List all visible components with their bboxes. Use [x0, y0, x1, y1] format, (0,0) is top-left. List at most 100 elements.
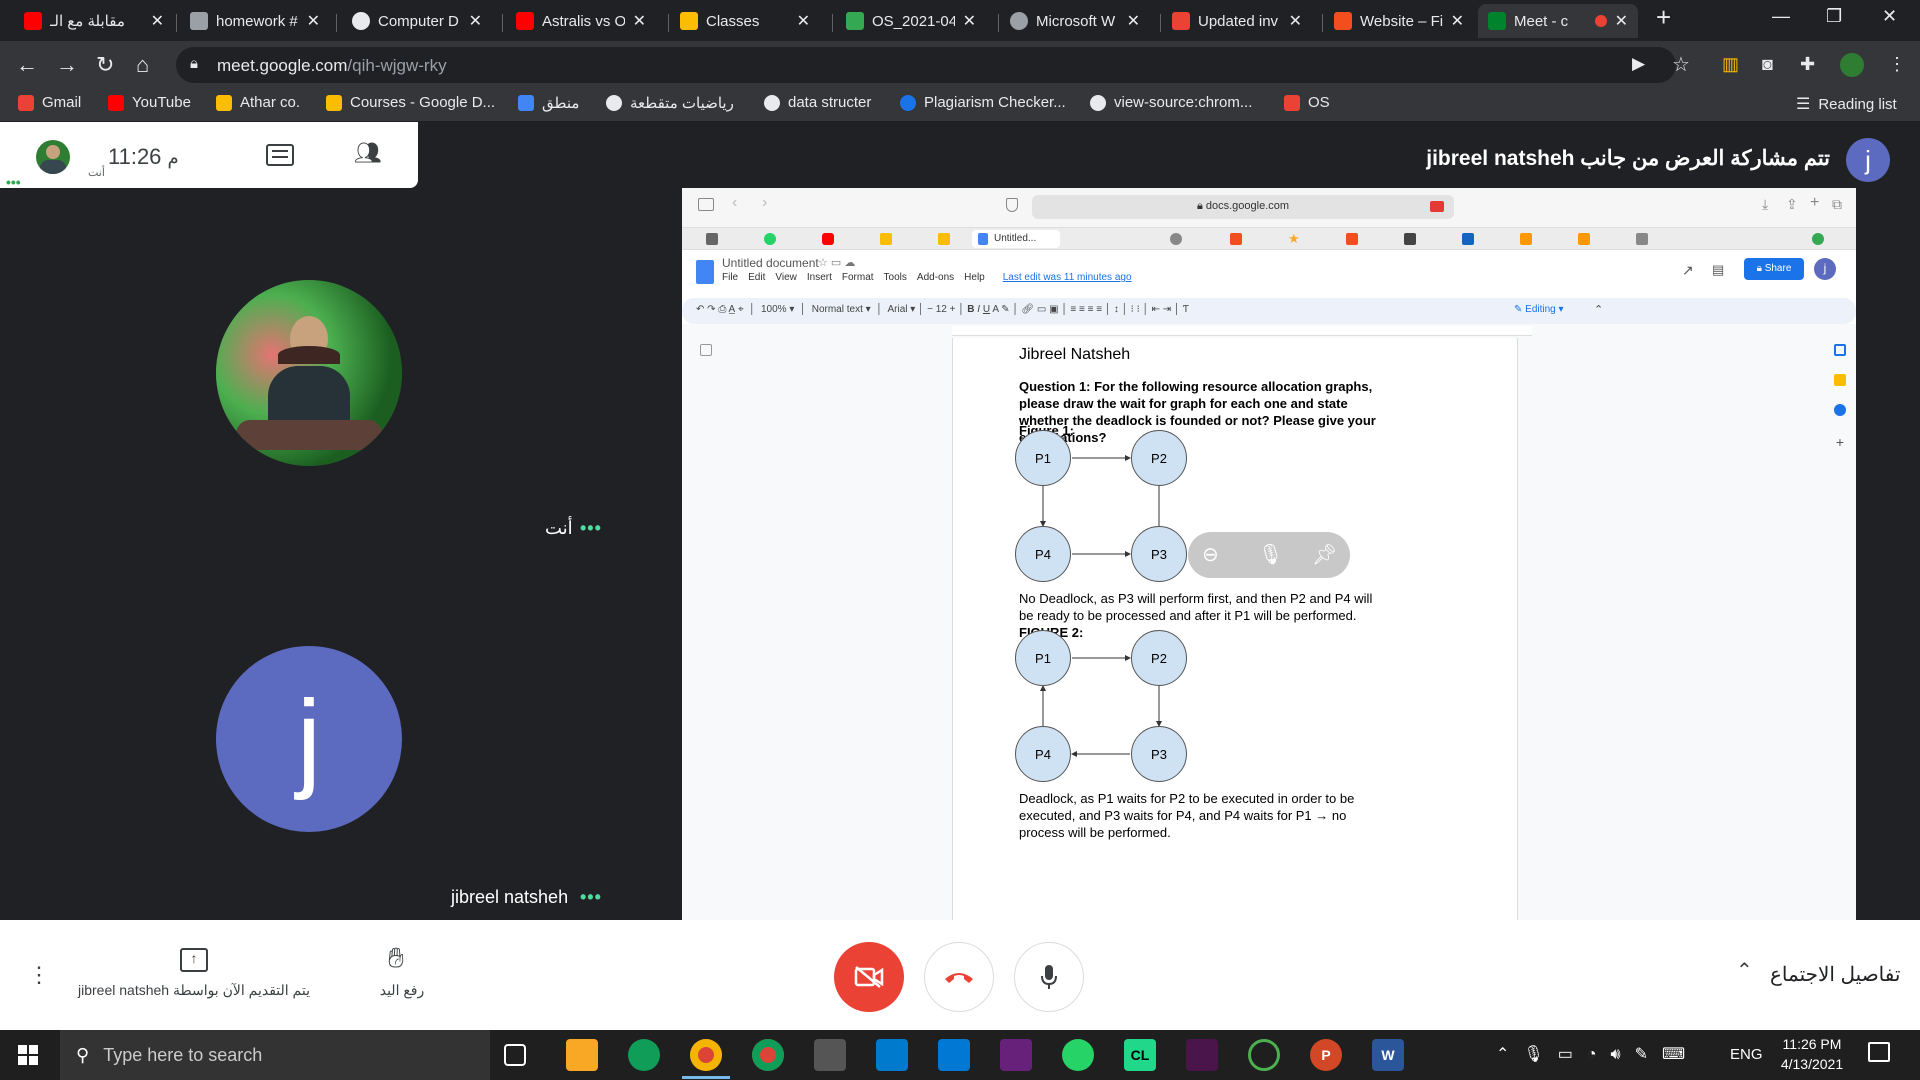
- system-tray-icons[interactable]: ⌃🎙︎▭◔🔊︎✎⌨︎: [1496, 1044, 1699, 1064]
- browser-tab[interactable]: Computer D ✕: [342, 4, 492, 38]
- file-explorer-icon[interactable]: [566, 1039, 598, 1071]
- word-icon[interactable]: W: [1372, 1039, 1404, 1071]
- browser-tab[interactable]: مقابلة مع الـ ✕: [14, 4, 174, 38]
- docs-logo-icon: [696, 260, 714, 284]
- meeting-details-button[interactable]: تفاصيل الاجتماع: [1770, 962, 1900, 987]
- browser-tab[interactable]: Updated inv ✕: [1162, 4, 1312, 38]
- close-icon[interactable]: ✕: [1127, 11, 1140, 31]
- present-icon[interactable]: ↑: [180, 948, 208, 972]
- notifications-icon[interactable]: [1868, 1042, 1890, 1062]
- pin-icon[interactable]: 📌︎: [1312, 542, 1337, 567]
- tab-title: Microsoft W: [1036, 12, 1116, 30]
- bookmark[interactable]: Gmail: [18, 94, 81, 111]
- globe-icon: [606, 95, 622, 111]
- browser-tab[interactable]: OS_2021-04 ✕: [836, 4, 986, 38]
- mail-icon[interactable]: [938, 1039, 970, 1071]
- edge-icon[interactable]: [628, 1039, 660, 1071]
- slack-icon[interactable]: [1186, 1039, 1218, 1071]
- bookmark-label: view-source:chrom...: [1114, 94, 1253, 111]
- back-icon[interactable]: ←: [16, 52, 38, 78]
- shield-icon: [1006, 198, 1018, 212]
- chevron-up-icon[interactable]: ⌃: [1736, 958, 1753, 983]
- tile-options[interactable]: •••: [580, 518, 602, 539]
- camera-ext-icon[interactable]: ◙: [1762, 54, 1773, 75]
- taskbar-search[interactable]: ⚲ Type here to search: [60, 1030, 490, 1080]
- chat-icon[interactable]: [266, 144, 294, 166]
- address-bar[interactable]: 🔒︎ meet.google.com/qih-wjgw-rky ▶: [176, 47, 1676, 83]
- camera-off-button[interactable]: [834, 942, 904, 1012]
- close-icon[interactable]: ✕: [307, 11, 320, 31]
- chrome-icon[interactable]: [690, 1039, 722, 1071]
- bookmark-label: OS: [1308, 94, 1330, 111]
- close-icon[interactable]: ✕: [151, 11, 164, 31]
- close-window-button[interactable]: ✕: [1882, 6, 1897, 27]
- mic-off-icon[interactable]: 🎙︎: [1258, 542, 1283, 567]
- reading-list-icon: ☰: [1796, 96, 1811, 113]
- browser-tab[interactable]: homework # ✕: [180, 4, 330, 38]
- participants-icon[interactable]: 👥︎: [354, 140, 382, 166]
- close-icon[interactable]: ✕: [633, 11, 646, 31]
- clock-time[interactable]: 11:26 PM: [1782, 1036, 1842, 1052]
- extension-icon[interactable]: ▥: [1722, 54, 1739, 75]
- bookmark[interactable]: منطق: [518, 94, 579, 112]
- menu-dots-icon[interactable]: ⋮: [1888, 54, 1906, 75]
- task-view-icon[interactable]: [504, 1044, 526, 1066]
- vscode-icon[interactable]: [876, 1039, 908, 1071]
- close-icon[interactable]: ✕: [1289, 11, 1302, 31]
- minimize-button[interactable]: —: [1772, 6, 1790, 27]
- app-icon[interactable]: [1248, 1039, 1280, 1071]
- browser-tab[interactable]: Classes ✕: [670, 4, 820, 38]
- leave-call-button[interactable]: [924, 942, 994, 1012]
- figure2-answer: Deadlock, as P1 waits for P2 to be execu…: [1019, 791, 1355, 840]
- clion-icon[interactable]: CL: [1124, 1039, 1156, 1071]
- close-icon[interactable]: ✕: [963, 11, 976, 31]
- whatsapp-icon[interactable]: [1062, 1039, 1094, 1071]
- youtube-icon: [516, 12, 534, 30]
- browser-tab[interactable]: Website – Fi ✕: [1324, 4, 1474, 38]
- camera-icon[interactable]: ▶: [1632, 54, 1645, 74]
- powerpoint-icon[interactable]: P: [1310, 1039, 1342, 1071]
- profile-avatar[interactable]: [1840, 53, 1864, 77]
- store-icon[interactable]: [814, 1039, 846, 1071]
- browser-tab-active[interactable]: Meet - c ✕: [1478, 4, 1638, 38]
- bookmark[interactable]: view-source:chrom...: [1090, 94, 1252, 111]
- gmail-icon: [1284, 94, 1300, 111]
- chrome-icon[interactable]: [752, 1039, 784, 1071]
- bookmark[interactable]: Plagiarism Checker...: [900, 94, 1066, 111]
- star-icon[interactable]: ☆: [1672, 52, 1690, 77]
- tile-options[interactable]: •••: [580, 887, 602, 908]
- bookmark[interactable]: Courses - Google D...: [326, 94, 495, 111]
- new-tab-button[interactable]: +: [1656, 2, 1671, 33]
- minus-icon[interactable]: ⊖: [1202, 542, 1219, 567]
- close-icon[interactable]: ✕: [469, 11, 482, 31]
- visual-studio-icon[interactable]: [1000, 1039, 1032, 1071]
- microphone-button[interactable]: [1014, 942, 1084, 1012]
- raise-hand-icon[interactable]: ✋︎: [388, 942, 404, 975]
- restore-button[interactable]: ❐: [1826, 6, 1842, 27]
- active-indicator: [682, 1076, 730, 1079]
- more-dots[interactable]: •••: [6, 174, 21, 190]
- reload-icon[interactable]: ↻: [96, 52, 114, 78]
- close-icon[interactable]: ✕: [1615, 11, 1628, 31]
- browser-tab[interactable]: Astralis vs O ✕: [506, 4, 656, 38]
- start-icon[interactable]: [18, 1045, 38, 1065]
- outline-icon: [700, 344, 712, 356]
- bookmark[interactable]: data structer: [764, 94, 871, 111]
- tab-title: homework #: [216, 12, 298, 30]
- home-icon[interactable]: ⌂: [136, 52, 149, 78]
- close-icon[interactable]: ✕: [797, 11, 810, 31]
- self-avatar: [36, 140, 70, 174]
- star-icon: ☆ ▭ ☁: [818, 257, 856, 269]
- reading-list[interactable]: ☰ Reading list: [1796, 94, 1897, 114]
- bookmark[interactable]: YouTube: [108, 94, 191, 111]
- close-icon[interactable]: ✕: [1451, 11, 1464, 31]
- more-options-icon[interactable]: ⋮: [28, 962, 50, 988]
- clock-date[interactable]: 4/13/2021: [1772, 1056, 1852, 1072]
- forward-icon[interactable]: →: [56, 52, 78, 78]
- bookmark[interactable]: رياضيات متقطعة: [606, 94, 734, 112]
- puzzle-icon[interactable]: ✚: [1800, 54, 1815, 75]
- bookmark[interactable]: OS: [1284, 94, 1330, 111]
- browser-tab[interactable]: Microsoft W ✕: [1000, 4, 1150, 38]
- language-indicator[interactable]: ENG: [1730, 1046, 1763, 1063]
- bookmark[interactable]: Athar co.: [216, 94, 300, 111]
